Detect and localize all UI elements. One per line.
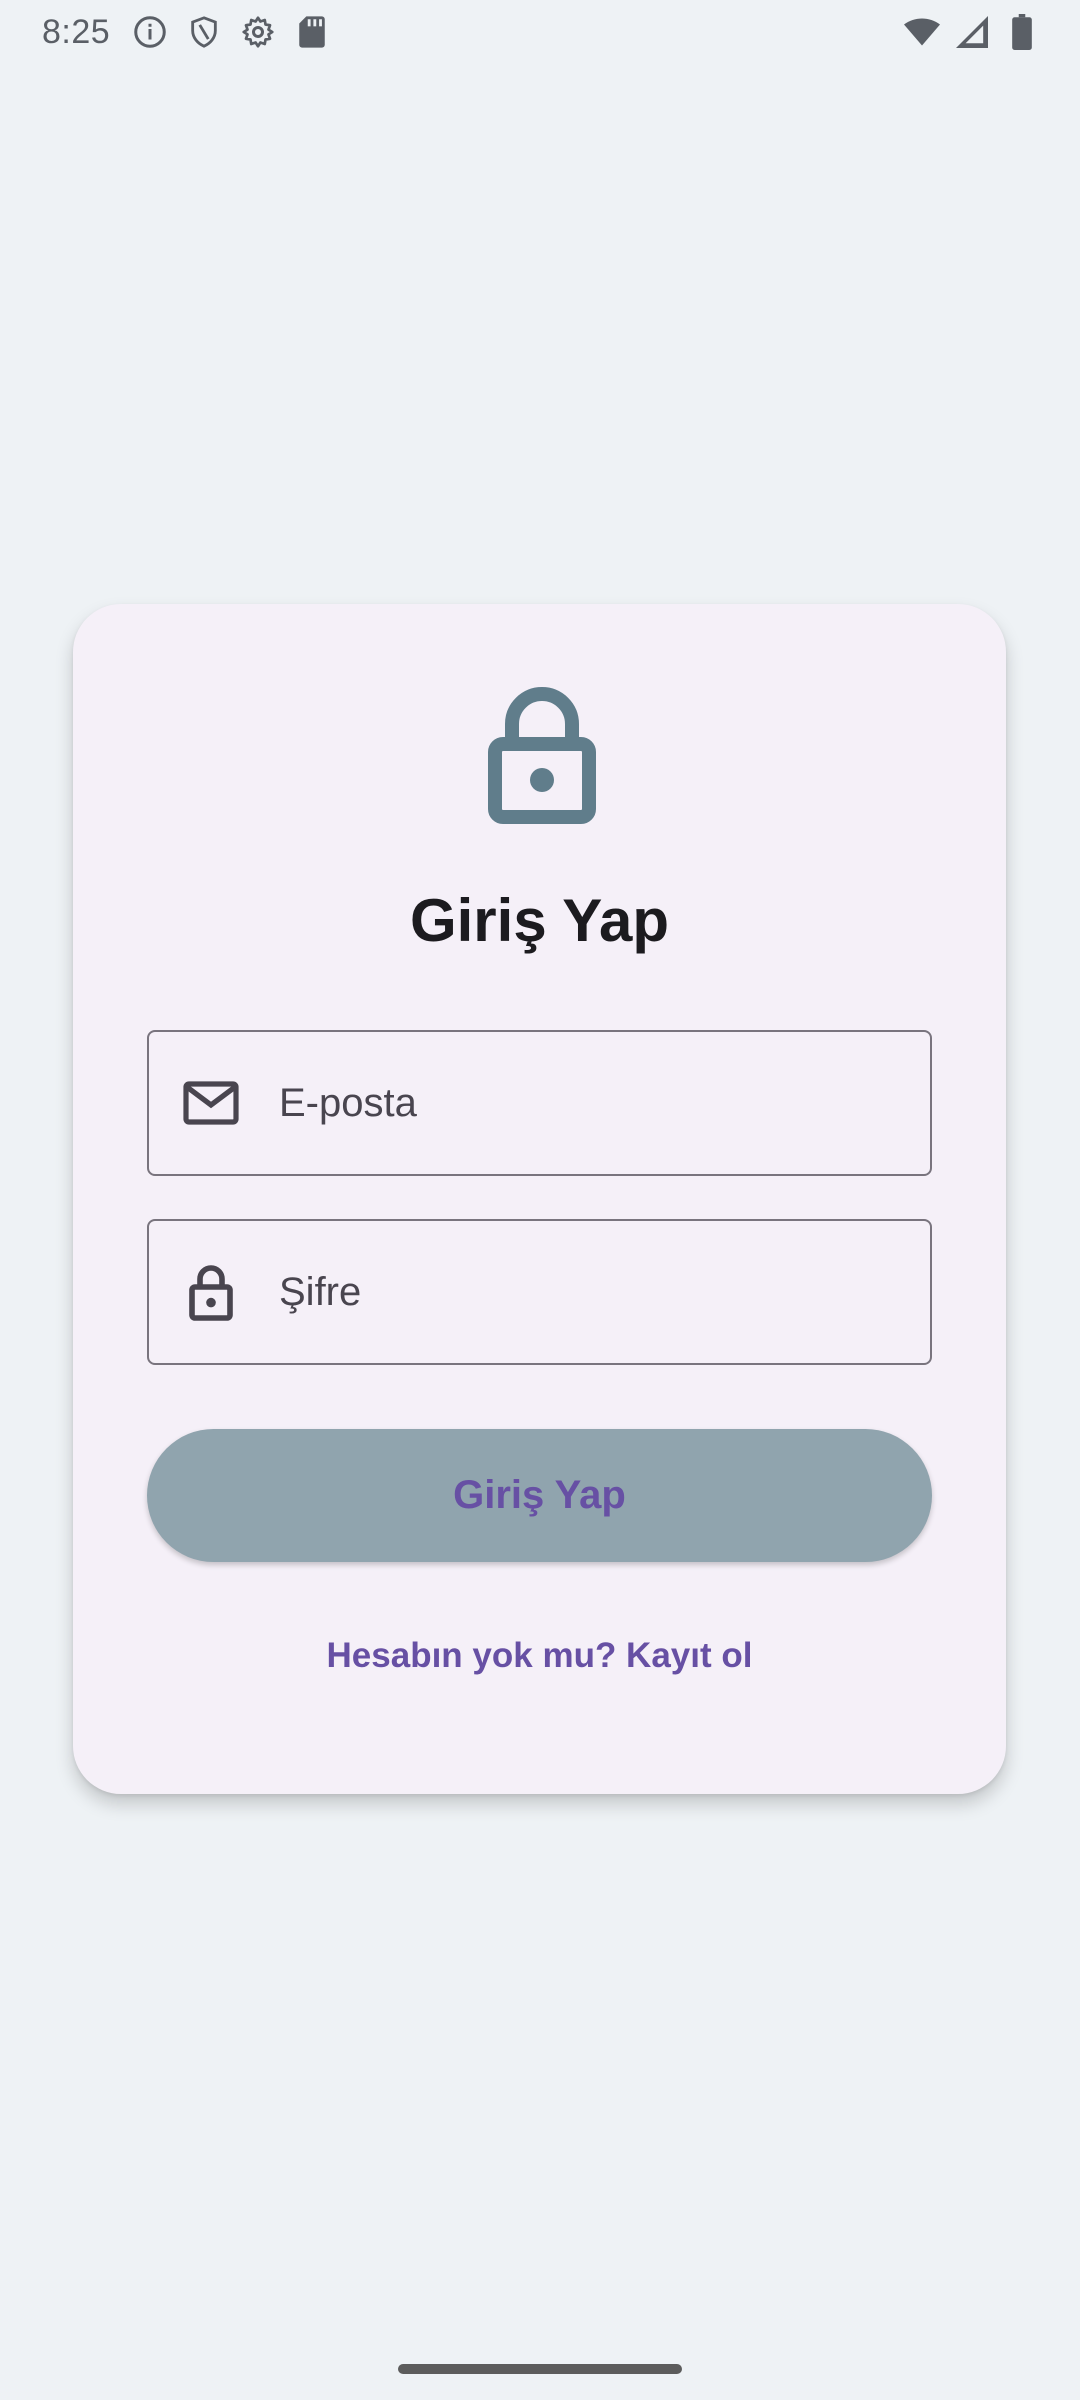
login-card: Giriş Yap Giriş Yap Hesabın yok mu? (73, 604, 1006, 1794)
mail-icon (183, 1075, 239, 1131)
gear-icon (240, 14, 276, 50)
home-indicator[interactable] (398, 2364, 682, 2374)
password-field[interactable] (147, 1219, 932, 1365)
info-icon (132, 14, 168, 50)
status-time: 8:25 (42, 12, 111, 51)
status-bar-right (904, 14, 1040, 50)
email-field[interactable] (147, 1030, 932, 1176)
status-bar-left: 8:25 (42, 13, 330, 52)
login-button[interactable]: Giriş Yap (147, 1429, 932, 1562)
password-input[interactable] (279, 1269, 899, 1315)
status-bar: 8:25 (0, 0, 1080, 64)
lock-icon (488, 684, 596, 824)
register-link[interactable]: Hesabın yok mu? Kayıt ol (73, 1636, 1006, 1676)
lock-icon (183, 1264, 239, 1321)
battery-icon (1004, 14, 1040, 50)
email-input[interactable] (279, 1080, 899, 1126)
login-screen: 8:25 Giriş Yap E-posta Giriş Yap Hesabın… (0, 0, 1080, 2400)
sd-card-icon (294, 14, 330, 50)
page-title: Giriş Yap (409, 887, 670, 954)
signal-icon (954, 14, 990, 50)
wifi-icon (904, 14, 940, 50)
shield-icon (186, 14, 222, 50)
